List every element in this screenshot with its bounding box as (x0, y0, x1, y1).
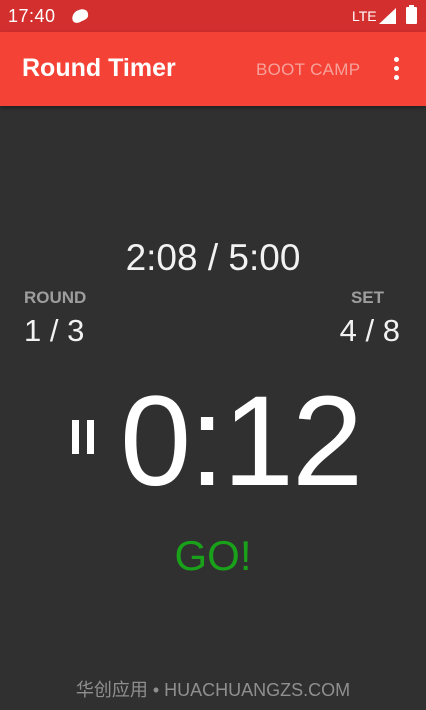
set-label: SET (350, 288, 384, 307)
app-bar: Round Timer BOOT CAMP (0, 32, 426, 106)
status-time: 17:40 (8, 6, 56, 26)
network-type: LTE (352, 8, 377, 24)
blob-icon (72, 9, 89, 23)
round-timer-screen: 17:40 LTE Round Timer BOOT CAMP 2:08 / 5… (0, 0, 426, 710)
status-bar: 17:40 LTE (0, 0, 426, 32)
elapsed-total-time: 2:08 / 5:00 (125, 237, 301, 278)
countdown-display[interactable]: 0:12 (120, 372, 363, 512)
preset-selector-button[interactable]: BOOT CAMP (256, 60, 360, 80)
round-counter: 1 / 3 (24, 313, 85, 348)
set-counter: 4 / 8 (339, 313, 400, 348)
signal-icon (379, 8, 396, 24)
app-title: Round Timer (22, 54, 176, 82)
battery-icon (406, 5, 417, 24)
watermark: 华创应用 • HUACHUANGZS.COM (75, 680, 351, 700)
overflow-menu-icon[interactable] (384, 54, 408, 84)
round-label: ROUND (24, 288, 87, 307)
pause-icon[interactable] (72, 420, 108, 456)
state-text: GO! (174, 532, 252, 579)
